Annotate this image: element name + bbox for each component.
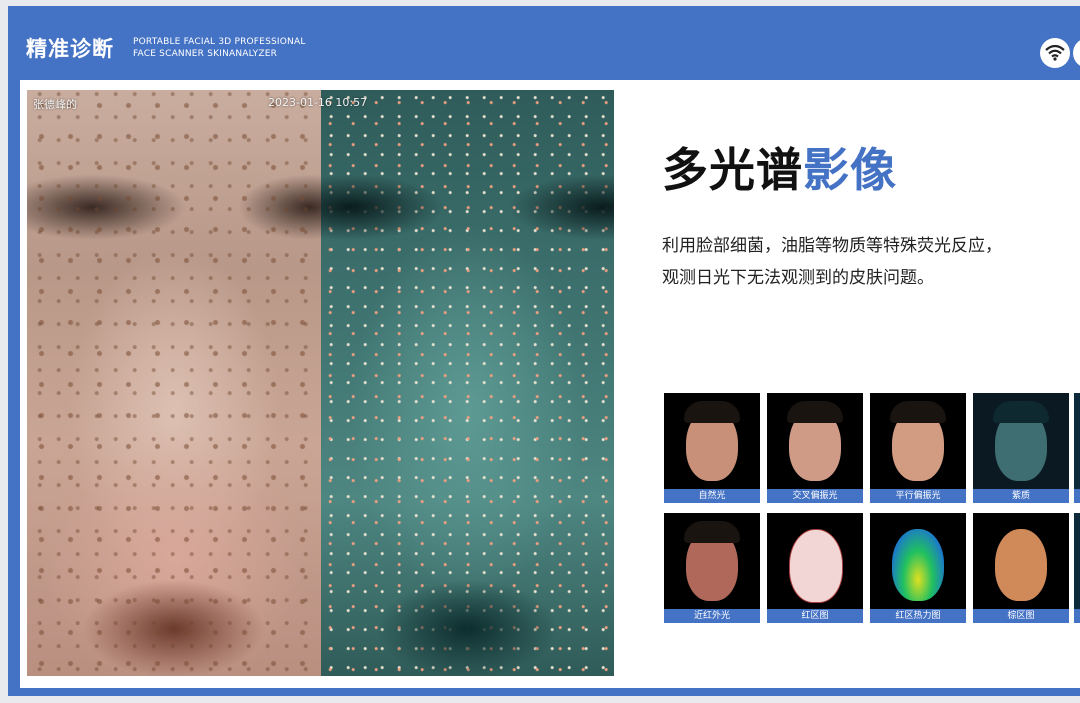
pigment-spots bbox=[27, 90, 321, 676]
thumbnail-label: 自然光 bbox=[664, 489, 760, 503]
thumbnail-brown-area[interactable]: 棕区图 bbox=[973, 513, 1069, 623]
tagline-line1: PORTABLE FACIAL 3D PROFESSIONAL bbox=[133, 37, 306, 47]
thumbnail-cross-polarized[interactable]: 交叉偏振光 bbox=[767, 393, 863, 503]
hair-shape bbox=[890, 401, 946, 423]
hair-shape bbox=[993, 401, 1049, 423]
description: 利用脸部细菌，油脂等物质等特殊荧光反应， 观测日光下无法观测到的皮肤问题。 bbox=[662, 230, 1080, 294]
comparison-photo bbox=[27, 90, 614, 676]
thumbnail-image bbox=[1074, 393, 1080, 489]
thumbnail-label bbox=[1074, 609, 1080, 623]
description-line1: 利用脸部细菌，油脂等物质等特殊荧光反应， bbox=[662, 236, 1002, 256]
wifi-icon[interactable] bbox=[1040, 38, 1070, 68]
thumbnail-image bbox=[973, 513, 1069, 609]
thumbnail-label bbox=[1074, 489, 1080, 503]
thumbnail-partial[interactable] bbox=[1074, 393, 1080, 503]
thumbnail-image bbox=[1074, 513, 1080, 609]
thumbnail-red-area[interactable]: 红区图 bbox=[767, 513, 863, 623]
hair-shape bbox=[787, 401, 843, 423]
thumbnail-image bbox=[664, 393, 760, 489]
thumbnail-image bbox=[767, 513, 863, 609]
thumbnail-red-heatmap[interactable]: 红区热力图 bbox=[870, 513, 966, 623]
thumbnail-near-infrared[interactable]: 近红外光 bbox=[664, 513, 760, 623]
patient-name: 张德峰的 bbox=[33, 98, 77, 111]
thumbnail-label: 棕区图 bbox=[973, 609, 1069, 623]
face-image bbox=[892, 529, 944, 601]
thumbnail-image bbox=[973, 393, 1069, 489]
title-part2: 影像 bbox=[803, 143, 897, 197]
thumbnail-label: 交叉偏振光 bbox=[767, 489, 863, 503]
thumbnail-image bbox=[767, 393, 863, 489]
thumbnail-partial[interactable] bbox=[1074, 513, 1080, 623]
brand-title: 精准诊断 bbox=[26, 37, 114, 61]
thumbnail-parallel-polarized[interactable]: 平行偏振光 bbox=[870, 393, 966, 503]
hair-shape bbox=[684, 521, 740, 543]
fluorescence-image bbox=[321, 90, 614, 676]
hair-shape bbox=[684, 401, 740, 423]
thumbnail-image bbox=[870, 513, 966, 609]
thumbnail-image bbox=[664, 513, 760, 609]
brand-tagline: PORTABLE FACIAL 3D PROFESSIONAL FACE SCA… bbox=[133, 36, 306, 60]
thumbnail-label: 平行偏振光 bbox=[870, 489, 966, 503]
thumbnail-image bbox=[870, 393, 966, 489]
thumbnail-label: 紫质 bbox=[973, 489, 1069, 503]
thumbnail-label: 红区图 bbox=[767, 609, 863, 623]
thumbnail-label: 红区热力图 bbox=[870, 609, 966, 623]
title-part1: 多光谱 bbox=[662, 143, 803, 197]
tagline-line2: FACE SCANNER SKINANALYZER bbox=[133, 49, 278, 59]
face-image bbox=[789, 529, 843, 603]
thumbnail-label: 近红外光 bbox=[664, 609, 760, 623]
page-title: 多光谱影像 bbox=[662, 142, 897, 198]
description-line2: 观测日光下无法观测到的皮肤问题。 bbox=[662, 268, 934, 288]
face-image bbox=[995, 529, 1047, 601]
thumbnail-natural-light[interactable]: 自然光 bbox=[664, 393, 760, 503]
capture-timestamp: 2023-01-16 10:57 bbox=[268, 96, 368, 109]
thumbnail-porphyrin[interactable]: 紫质 bbox=[973, 393, 1069, 503]
